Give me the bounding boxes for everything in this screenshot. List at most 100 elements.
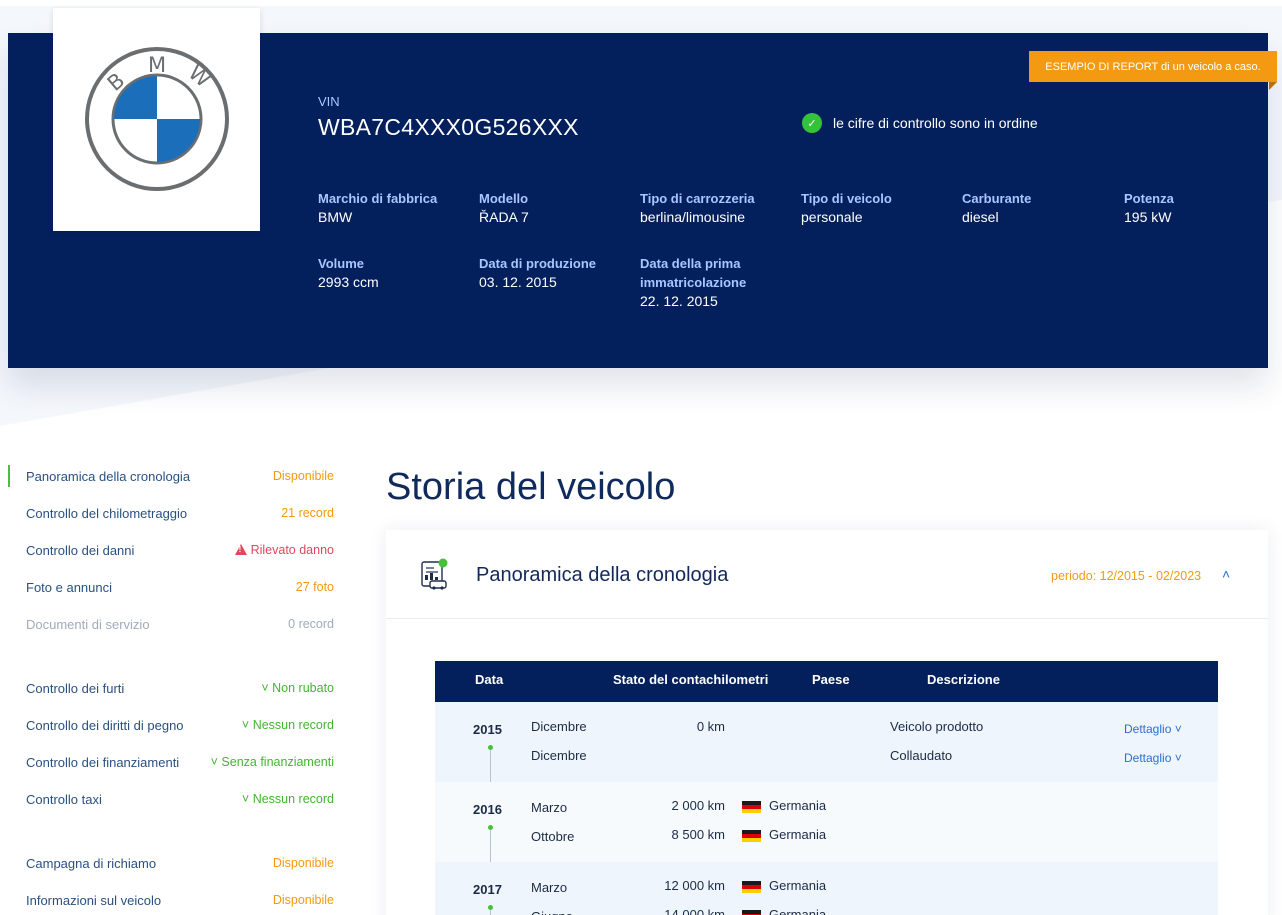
column-header-country: Paese: [812, 672, 850, 687]
row-month: Marzo: [531, 880, 568, 895]
germany-flag-icon: [742, 881, 761, 893]
warning-icon: [234, 544, 247, 555]
table-row: Dicembre Collaudato Dettaglio ˅: [435, 746, 1218, 766]
spec-value: berlina/limousine: [640, 209, 746, 225]
chevron-check-icon: ˅: [261, 681, 273, 695]
chevron-check-icon: ˅: [241, 792, 253, 806]
germany-flag-icon: [742, 801, 761, 813]
chevron-check-icon: ˅: [241, 718, 253, 732]
sidebar-item-status-text: Senza finanziamenti: [221, 755, 334, 769]
bmw-logo-icon: B M W: [84, 46, 229, 191]
sidebar-item-label: Controllo dei danni: [26, 542, 135, 558]
row-month: Ottobre: [531, 829, 575, 844]
sidebar-item-status-text: Nessun record: [252, 792, 334, 806]
logo-letter: M: [148, 53, 166, 77]
sidebar-item-label: Controllo del chilometraggio: [26, 505, 188, 521]
sidebar-item-label: Documenti di servizio: [26, 616, 150, 632]
sidebar-item-status: ˅ Senza finanziamenti: [211, 755, 334, 769]
row-country: Germania: [769, 907, 827, 915]
sidebar-item-history-overview[interactable]: Panoramica della cronologia Disponibile: [8, 458, 338, 494]
table-row: Dicembre 0 km Veicolo prodotto Dettaglio…: [435, 717, 1218, 737]
spec-label: Modello: [479, 191, 529, 206]
sidebar-item-status: 21 record: [281, 506, 334, 520]
top-strip: [0, 0, 1282, 6]
spec-label: Tipo di veicolo: [801, 191, 892, 206]
column-header-description: Descrizione: [927, 672, 1000, 687]
table-row: Marzo 2 000 km Germania: [435, 796, 1218, 816]
year-group-2017: 2017 Marzo 12 000 km Germania Giugno 14 …: [435, 862, 1218, 915]
sidebar-item-status: Rilevato danno: [234, 543, 334, 557]
page-title: Storia del veicolo: [386, 466, 676, 508]
sidebar-item-status-text: Nessun record: [252, 718, 334, 732]
year-group-2016: 2016 Marzo 2 000 km Germania Ottobre 8 5…: [435, 782, 1218, 870]
history-table: Data Stato del contachilometri Paese Des…: [435, 661, 1218, 915]
sidebar-item-label: Foto e annunci: [26, 579, 113, 595]
row-country: Germania: [769, 798, 827, 813]
check-digit-text: le cifre di controllo sono in ordine: [833, 115, 1038, 131]
spec-label: Volume: [318, 256, 364, 271]
sidebar-item-vehicle-info[interactable]: Informazioni sul veicolo Disponibile: [8, 882, 338, 915]
detail-link[interactable]: Dettaglio ˅: [1124, 719, 1182, 739]
spec-volume: Volume 2993 ccm: [318, 254, 468, 291]
spec-value: 2993 ccm: [318, 274, 379, 290]
sidebar-item-damage-check[interactable]: Controllo dei danni Rilevato danno: [8, 532, 338, 568]
table-row: Ottobre 8 500 km Germania: [435, 825, 1218, 845]
spec-label: Data della prima immatricolazione: [640, 256, 747, 290]
row-month: Dicembre: [531, 719, 587, 734]
spec-first-registration: Data della prima immatricolazione 22. 12…: [640, 254, 760, 310]
spec-value: ŘADA 7: [479, 209, 529, 225]
sidebar-item-status: Disponibile: [272, 893, 334, 907]
sidebar-item-photos[interactable]: Foto e annunci 27 foto: [8, 569, 338, 605]
row-odometer: 2 000 km: [671, 798, 725, 813]
spec-label: Carburante: [962, 191, 1032, 206]
spec-value: 03. 12. 2015: [479, 274, 557, 290]
sidebar-item-label: Controllo dei diritti di pegno: [26, 717, 184, 733]
sidebar-item-recall-campaign[interactable]: Campagna di richiamo Disponibile: [8, 845, 338, 881]
row-description: Collaudato: [890, 748, 953, 763]
row-description: Veicolo prodotto: [890, 719, 984, 734]
row-odometer: 8 500 km: [671, 827, 725, 842]
checkmark-icon: ✓: [802, 113, 822, 133]
panel-title: Panoramica della cronologia: [476, 564, 729, 586]
sidebar-item-service-documents[interactable]: Documenti di servizio 0 record: [8, 606, 338, 642]
brand-logo: B M W: [53, 8, 260, 231]
spec-label: Potenza: [1124, 191, 1174, 206]
spec-label: Tipo di carrozzeria: [640, 191, 755, 206]
sidebar-item-lien-check[interactable]: Controllo dei diritti di pegno ˅ Nessun …: [8, 707, 338, 743]
spec-production-date: Data di produzione 03. 12. 2015: [479, 254, 629, 291]
spec-body-type: Tipo di carrozzeria berlina/limousine: [640, 189, 790, 226]
sidebar-item-status: 0 record: [288, 617, 334, 631]
sidebar-item-theft-check[interactable]: Controllo dei furti ˅ Non rubato: [8, 670, 338, 706]
germany-flag-icon: [742, 830, 761, 842]
sidebar-item-label: Controllo dei furti: [26, 680, 125, 696]
row-month: Marzo: [531, 800, 568, 815]
sidebar-item-status-text: Non rubato: [272, 681, 334, 695]
spec-label: Data di produzione: [479, 256, 596, 271]
panel-header[interactable]: Panoramica della cronologia periodo: 12/…: [386, 530, 1268, 619]
sidebar-item-taxi-check[interactable]: Controllo taxi ˅ Nessun record: [8, 781, 338, 817]
spec-value: BMW: [318, 209, 353, 225]
sidebar-item-finance-check[interactable]: Controllo dei finanziamenti ˅ Senza fina…: [8, 744, 338, 780]
sidebar-item-mileage-check[interactable]: Controllo del chilometraggio 21 record: [8, 495, 338, 531]
vin-label: VIN: [318, 94, 340, 109]
sidebar-item-label: Informazioni sul veicolo: [26, 892, 162, 908]
sample-report-badge: ESEMPIO DI REPORT di un veicolo a caso.: [1029, 51, 1277, 90]
spec-value: 22. 12. 2015: [640, 293, 718, 309]
spec-model: Modello ŘADA 7: [479, 189, 629, 226]
check-digit-status: ✓ le cifre di controllo sono in ordine: [802, 113, 1038, 133]
history-overview-panel: Panoramica della cronologia periodo: 12/…: [386, 530, 1268, 915]
spec-value: diesel: [962, 209, 999, 225]
chevron-check-icon: ˅: [210, 755, 222, 769]
sidebar-item-status: Disponibile: [272, 469, 334, 483]
spec-label: Marchio di fabbrica: [318, 191, 438, 206]
spec-power: Potenza 195 kW: [1124, 189, 1274, 226]
sidebar-item-label: Panoramica della cronologia: [26, 468, 191, 484]
row-country: Germania: [769, 878, 827, 893]
sidebar-item-status: ˅ Non rubato: [261, 681, 334, 695]
spec-fuel: Carburante diesel: [962, 189, 1112, 226]
sidebar-item-status: ˅ Nessun record: [242, 718, 334, 732]
report-document-icon: [421, 558, 448, 590]
detail-link[interactable]: Dettaglio ˅: [1124, 748, 1182, 768]
sidebar-item-status-text: Rilevato danno: [250, 543, 334, 557]
chevron-up-icon[interactable]: ˄: [1222, 566, 1230, 582]
